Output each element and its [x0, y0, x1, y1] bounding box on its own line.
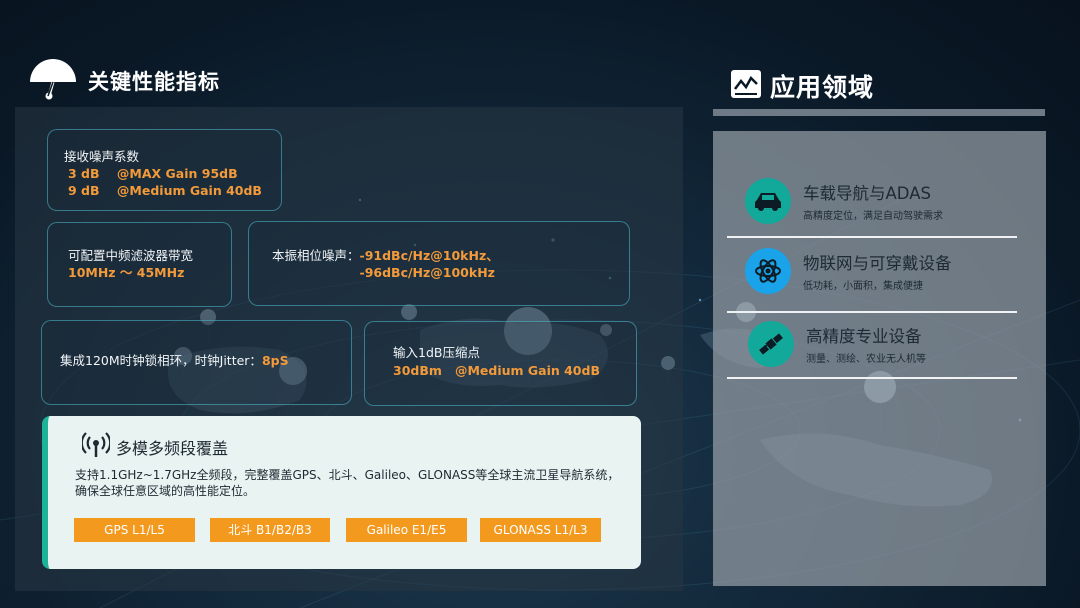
application-title-group: 应用领域 — [730, 68, 874, 104]
noise-figure-line2: 9 dB @Medium Gain 40dB — [68, 183, 262, 198]
noise-figure-label: 接收噪声系数 — [64, 149, 140, 164]
if-filter-box: 可配置中频滤波器带宽 10MHz ～ 45MHz — [47, 222, 232, 307]
multimode-header: 多模多频段覆盖 — [80, 432, 229, 462]
application-header-bar — [713, 109, 1045, 116]
multimode-title: 多模多频段覆盖 — [116, 439, 229, 458]
app-item-professional-subtitle: 测量、测绘、农业无人机等 — [806, 354, 926, 365]
multimode-card: 多模多频段覆盖 支持1.1GHz~1.7GHz全频段，完整覆盖GPS、北斗、Ga… — [42, 416, 641, 569]
car-icon — [745, 178, 791, 224]
compression-label: 输入1dB压缩点 — [393, 345, 480, 360]
app-item-iot-title: 物联网与可穿戴设备 — [803, 254, 952, 273]
jitter-box: 集成120M时钟锁相环，时钟Jitter：8pS — [41, 320, 352, 405]
tag-beidou: 北斗 B1/B2/B3 — [210, 518, 330, 542]
gauge-icon — [28, 58, 78, 104]
phase-noise-box: 本振相位噪声： -91dBc/Hz@10kHz、 -96dBc/Hz@100kH… — [248, 221, 630, 306]
app-item-automotive-subtitle: 高精度定位，满足自动驾驶需求 — [803, 211, 943, 222]
satellite-icon — [748, 321, 794, 367]
multimode-description: 支持1.1GHz~1.7GHz全频段，完整覆盖GPS、北斗、Galileo、GL… — [75, 468, 620, 498]
app-item-iot: 物联网与可穿戴设备 低功耗，小面积，集成便捷 — [745, 248, 952, 294]
jitter-value: 8pS — [261, 353, 289, 368]
application-title: 应用领域 — [770, 73, 875, 102]
performance-title-group: 关键性能指标 — [28, 58, 220, 104]
phase-noise-value2: -96dBc/Hz@100kHz — [359, 265, 495, 280]
if-filter-label: 可配置中频滤波器带宽 — [68, 248, 194, 263]
signal-antenna-icon — [80, 432, 112, 462]
noise-figure-box: 接收噪声系数 3 dB @MAX Gain 95dB 9 dB @Medium … — [47, 129, 282, 211]
app-item-automotive-title: 车载导航与ADAS — [803, 184, 931, 203]
noise-figure-line1: 3 dB @MAX Gain 95dB — [68, 166, 238, 181]
app-item-professional-title: 高精度专业设备 — [806, 327, 922, 346]
phase-noise-label: 本振相位噪声： — [272, 248, 360, 263]
app-item-iot-subtitle: 低功耗，小面积，集成便捷 — [803, 281, 923, 292]
divider — [727, 377, 1017, 379]
compression-box: 输入1dB压缩点 30dBm @Medium Gain 40dB — [364, 321, 637, 406]
tag-glonass: GLONASS L1/L3 — [480, 518, 601, 542]
tag-galileo: Galileo E1/E5 — [346, 518, 467, 542]
atom-icon — [745, 248, 791, 294]
app-item-automotive: 车载导航与ADAS 高精度定位，满足自动驾驶需求 — [745, 178, 943, 224]
tag-gps: GPS L1/L5 — [74, 518, 195, 542]
divider — [727, 236, 1017, 238]
app-item-professional: 高精度专业设备 测量、测绘、农业无人机等 — [748, 321, 926, 367]
jitter-label: 集成120M时钟锁相环，时钟Jitter： — [60, 353, 262, 368]
divider — [727, 311, 1017, 313]
compression-value: 30dBm @Medium Gain 40dB — [393, 363, 600, 378]
performance-title: 关键性能指标 — [88, 70, 220, 94]
phase-noise-value1: -91dBc/Hz@10kHz、 — [359, 248, 499, 263]
if-filter-value: 10MHz ～ 45MHz — [68, 265, 185, 280]
chart-icon — [730, 69, 762, 103]
